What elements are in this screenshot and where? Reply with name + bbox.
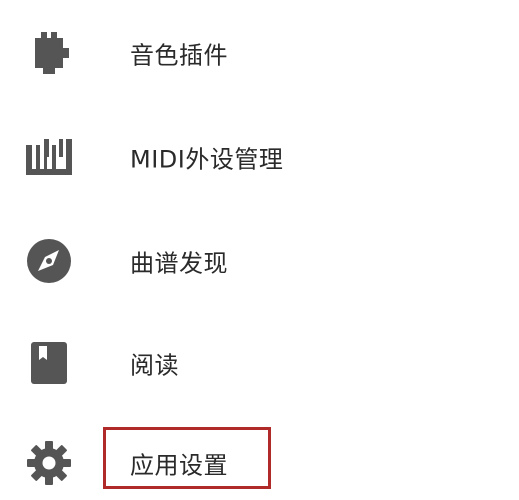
compass-icon <box>22 234 76 288</box>
menu-item-plugins[interactable]: 音色插件 <box>0 8 519 98</box>
menu-item-label: 音色插件 <box>130 41 228 70</box>
piano-keys-icon <box>22 130 76 184</box>
gear-icon <box>22 436 76 490</box>
menu-item-midi[interactable]: MIDI外设管理 <box>0 112 519 202</box>
menu-item-label: 曲谱发现 <box>130 249 228 278</box>
puzzle-plugin-icon <box>22 26 76 80</box>
menu-item-label: 阅读 <box>130 351 179 380</box>
book-icon <box>22 336 76 390</box>
menu-item-label: 应用设置 <box>130 451 228 480</box>
side-menu: 音色插件 MIDI外设管理 曲谱发现 阅读 应用设置 <box>0 0 519 500</box>
menu-item-reading[interactable]: 阅读 <box>0 318 519 408</box>
menu-item-label: MIDI外设管理 <box>130 145 284 174</box>
menu-item-discover[interactable]: 曲谱发现 <box>0 216 519 306</box>
menu-item-settings[interactable]: 应用设置 <box>0 418 519 500</box>
